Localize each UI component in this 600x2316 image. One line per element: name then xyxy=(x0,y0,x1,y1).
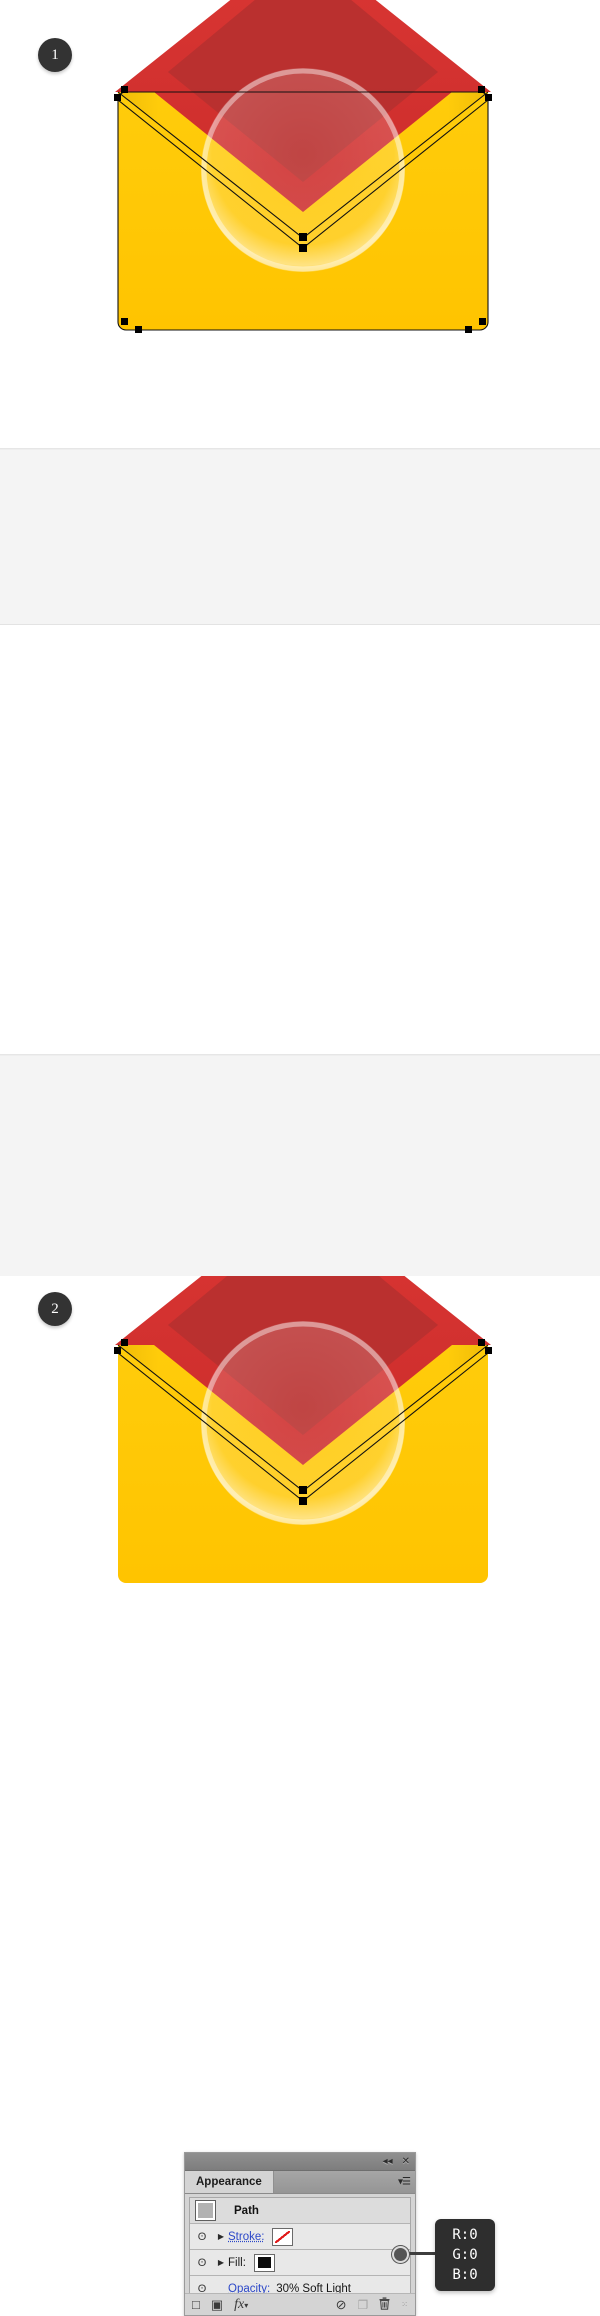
soft-light-circle xyxy=(201,68,405,272)
appearance-titlebar: ◂◂ ✕ xyxy=(185,2153,415,2171)
appearance-row-stroke[interactable]: ʘ ▶ Stroke: xyxy=(190,2224,410,2250)
artwork-section-2: 2 xyxy=(0,625,600,1583)
add-new-fill-icon[interactable]: ▣ xyxy=(211,2298,223,2311)
tab-appearance[interactable]: Appearance xyxy=(185,2171,274,2193)
disclosure-triangle-icon[interactable]: ▶ xyxy=(214,2232,228,2241)
fx-label: fx xyxy=(234,2296,245,2312)
envelope-illustration-1 xyxy=(114,0,492,333)
panel-menu-icon[interactable]: ▾☰ xyxy=(398,2177,411,2188)
fill-swatch[interactable] xyxy=(253,2253,275,2272)
soft-light-circle xyxy=(201,1321,405,1525)
object-thumbnail-icon xyxy=(195,2200,216,2221)
rgb-blue-value: B:0 xyxy=(452,2267,478,2284)
stroke-label[interactable]: Stroke: xyxy=(228,2231,264,2243)
envelope-illustration-2 xyxy=(114,1233,492,1583)
delete-item-icon[interactable] xyxy=(379,2296,390,2313)
fill-label[interactable]: Fill: xyxy=(228,2257,246,2269)
add-new-stroke-icon[interactable]: □ xyxy=(192,2298,200,2311)
rgb-red-value: R:0 xyxy=(452,2226,478,2243)
callout-anchor-dot xyxy=(392,2246,409,2263)
appearance-panel: ◂◂ ✕ Appearance ▾☰ Path ʘ ▶ Stroke: ʘ ▶ … xyxy=(184,2152,416,2316)
appearance-footer: □ ▣ fx▾ ⊘ ❐ ⁙ xyxy=(185,2293,415,2315)
stroke-swatch[interactable] xyxy=(272,2227,294,2246)
visibility-eye-icon[interactable]: ʘ xyxy=(190,2257,214,2269)
black-swatch-icon xyxy=(257,2257,271,2268)
step-badge-2: 2 xyxy=(38,1292,72,1326)
close-icon[interactable]: ✕ xyxy=(402,2156,410,2167)
collapse-icon[interactable]: ◂◂ xyxy=(383,2156,393,2167)
disclosure-triangle-icon[interactable]: ▶ xyxy=(214,2258,228,2267)
resize-grip-icon[interactable]: ⁙ xyxy=(401,2300,408,2309)
appearance-row-fill[interactable]: ʘ ▶ Fill: xyxy=(190,2250,410,2276)
add-new-effect-icon[interactable]: fx▾ xyxy=(234,2296,249,2312)
rgb-callout: R:0 G:0 B:0 xyxy=(435,2219,495,2291)
none-swatch-icon xyxy=(275,2230,291,2243)
step-badge-1: 1 xyxy=(38,38,72,72)
appearance-list: Path ʘ ▶ Stroke: ʘ ▶ Fill: ʘ Opacity: 30… xyxy=(189,2197,411,2302)
pathfinder-section: ◂◂ ✕ Pathfinder ▾☰ Shape Modes: xyxy=(0,449,600,1057)
duplicate-item-icon[interactable]: ❐ xyxy=(358,2299,369,2311)
rgb-green-value: G:0 xyxy=(452,2246,478,2263)
appearance-section: ◂◂ ✕ Appearance ▾☰ Path ʘ ▶ Stroke: ʘ ▶ … xyxy=(0,1055,600,2316)
appearance-tabrow: Appearance ▾☰ xyxy=(185,2171,415,2194)
trash-icon xyxy=(379,2296,390,2310)
appearance-row-path[interactable]: Path xyxy=(190,2198,410,2224)
fx-caret-icon: ▾ xyxy=(244,2300,249,2310)
clear-appearance-icon[interactable]: ⊘ xyxy=(336,2298,347,2311)
artwork-section-1: 1 xyxy=(0,0,600,449)
visibility-eye-icon[interactable]: ʘ xyxy=(190,2231,214,2243)
object-type-label: Path xyxy=(234,2204,259,2217)
